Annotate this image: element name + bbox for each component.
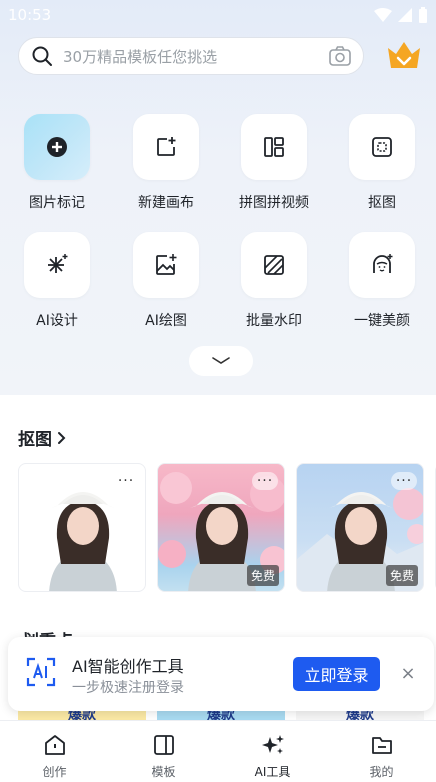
tool-ai-design[interactable]: AI设计	[7, 232, 107, 330]
nav-item-ai-tools[interactable]: AI工具	[218, 733, 327, 780]
more-button[interactable]: ···	[391, 472, 417, 490]
nav-label: 我的	[369, 765, 394, 779]
ai-tools-icon	[261, 735, 284, 754]
search-placeholder: 30万精品模板任您挑选	[63, 47, 218, 66]
template-card[interactable]: ···	[18, 463, 146, 592]
tool-label: 批量水印	[246, 313, 302, 329]
nav-label: 创作	[42, 765, 67, 779]
tool-tile[interactable]	[349, 232, 415, 298]
tool-batch-watermark[interactable]: 批量水印	[224, 232, 324, 330]
tool-tile[interactable]	[241, 232, 307, 298]
tool-label: AI设计	[36, 313, 78, 329]
tool-tile[interactable]	[241, 114, 307, 180]
more-button[interactable]: ···	[252, 472, 278, 490]
login-button[interactable]: 立即登录	[293, 657, 380, 691]
tool-ai-draw[interactable]: AI绘图	[116, 232, 216, 330]
status-time: 10:53	[8, 6, 52, 24]
cutout-section-title[interactable]: 抠图	[18, 425, 68, 450]
tool-collage[interactable]: 拼图拼视频	[224, 114, 324, 212]
search-icon	[32, 46, 52, 66]
tool-label: 抠图	[368, 195, 396, 211]
free-badge: 免费	[385, 565, 418, 586]
status-bar: 10:53	[0, 0, 436, 30]
template-icon	[153, 735, 174, 755]
camera-icon[interactable]	[329, 46, 351, 66]
status-icons	[374, 7, 428, 23]
folder-icon	[371, 737, 392, 754]
cutout-icon	[372, 137, 392, 157]
tool-image-mark[interactable]: 图片标记	[7, 114, 107, 212]
tool-label: 拼图拼视频	[239, 195, 309, 211]
nav-item-create[interactable]: 创作	[0, 733, 109, 780]
section-title-text: 抠图	[18, 430, 52, 450]
tool-tile[interactable]	[24, 114, 90, 180]
search-row: 30万精品模板任您挑选	[18, 37, 418, 75]
free-badge: 免费	[246, 565, 279, 586]
close-icon[interactable]: ×	[398, 663, 418, 684]
plus-circle-icon	[47, 137, 67, 157]
ai-draw-icon	[156, 254, 177, 275]
login-banner: AI智能创作工具 一步极速注册登录 立即登录 ×	[8, 637, 434, 711]
tool-label: 新建画布	[138, 195, 194, 211]
ai-scan-icon	[26, 657, 56, 687]
signal-icon	[398, 8, 412, 22]
home-icon	[44, 735, 65, 755]
chevron-down-icon	[212, 357, 230, 364]
template-card[interactable]: ··· 免费	[157, 463, 285, 592]
tool-cutout[interactable]: 抠图	[332, 114, 432, 212]
wifi-icon	[374, 8, 392, 22]
cutout-cards: ··· ··· 免费 ··· 免费	[18, 463, 436, 592]
tool-tile[interactable]	[349, 114, 415, 180]
tool-label: AI绘图	[145, 313, 187, 329]
chevron-right-icon	[58, 431, 66, 444]
watermark-icon	[264, 255, 284, 275]
more-button[interactable]: ···	[113, 472, 139, 490]
tool-tile[interactable]	[133, 114, 199, 180]
nav-item-template[interactable]: 模板	[109, 733, 218, 780]
vip-crown-icon[interactable]	[386, 38, 422, 72]
tool-tile[interactable]	[133, 232, 199, 298]
battery-icon	[419, 7, 427, 23]
tool-one-click-beauty[interactable]: 一键美颜	[332, 232, 432, 330]
template-card[interactable]: ··· 免费	[296, 463, 424, 592]
search-input[interactable]: 30万精品模板任您挑选	[18, 37, 364, 75]
nav-item-mine[interactable]: 我的	[327, 733, 436, 780]
beauty-icon	[373, 254, 393, 273]
tool-tile[interactable]	[24, 232, 90, 298]
collage-icon	[264, 137, 284, 157]
nav-label: 模板	[151, 765, 176, 779]
login-title: AI智能创作工具	[72, 657, 184, 676]
nav-label: AI工具	[254, 765, 291, 779]
login-subtitle: 一步极速注册登录	[72, 680, 184, 696]
new-canvas-icon	[157, 137, 176, 156]
tool-new-canvas[interactable]: 新建画布	[116, 114, 216, 212]
tool-label: 一键美颜	[354, 313, 410, 329]
sparkle-icon	[48, 254, 68, 273]
bottom-nav: 创作 模板 AI工具 我的	[0, 720, 436, 782]
expand-button[interactable]	[189, 346, 253, 376]
tool-label: 图片标记	[29, 195, 85, 211]
